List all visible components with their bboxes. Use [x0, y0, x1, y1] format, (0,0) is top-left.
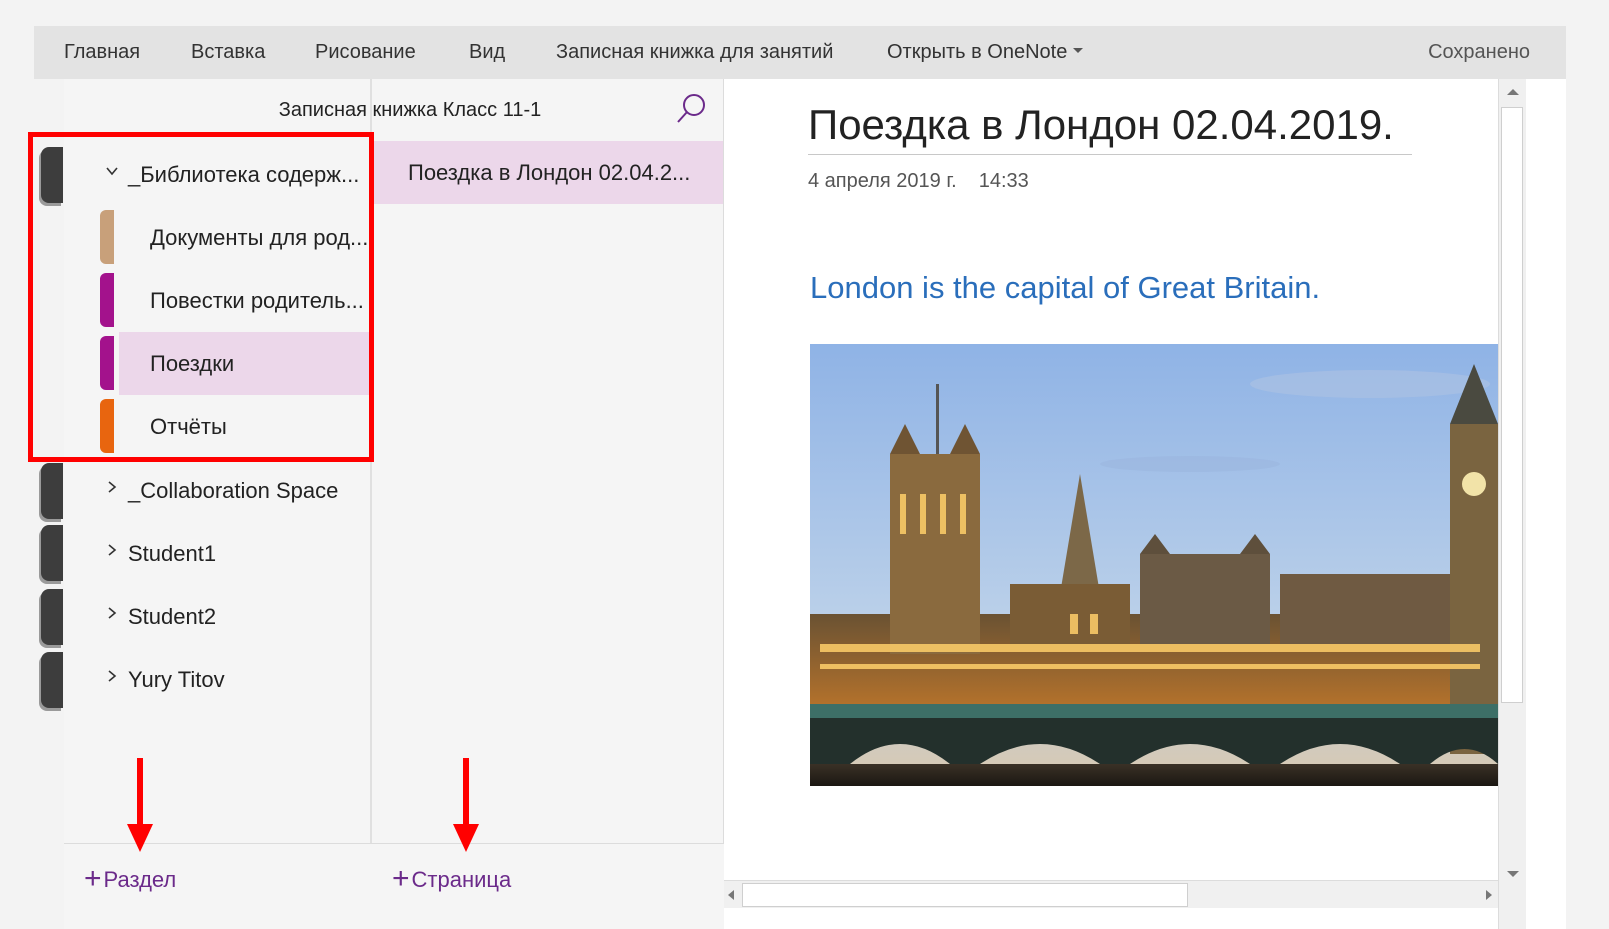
london-parliament-photo[interactable] [810, 344, 1498, 786]
section-color-tab [100, 399, 114, 453]
section-item-trips-content[interactable]: Поездки [64, 332, 370, 395]
section-group-collaboration-space[interactable]: _Collaboration Space [64, 459, 370, 522]
scroll-left-arrow-icon[interactable] [724, 884, 740, 906]
section-item-reports[interactable]: Отчёты [64, 395, 370, 458]
chevron-right-icon [108, 481, 117, 493]
onenote-window: Главная Вставка Рисование Вид Записная к… [34, 26, 1566, 929]
ribbon: Главная Вставка Рисование Вид Записная к… [34, 26, 1566, 79]
tab-open-in-onenote[interactable]: Открыть в OneNote [887, 26, 1084, 79]
page-time: 14:33 [978, 170, 1029, 192]
open-in-onenote-label: Открыть в OneNote [887, 41, 1068, 63]
add-page-button[interactable]: +Страница [392, 862, 512, 898]
notebook-tab-strip [34, 79, 64, 929]
pages-pane [372, 141, 724, 929]
notebook-tab-marker [41, 525, 63, 581]
notebook-tab-marker [41, 652, 63, 708]
tab-draw[interactable]: Рисование [315, 26, 416, 79]
plus-icon: + [392, 862, 410, 895]
notebook-title: Записная книжка Класс 11-1 [278, 99, 542, 121]
page-timestamp: 4 апреля 2019 г. 14:33 [808, 170, 1051, 193]
section-item-label: Поездки [150, 351, 235, 376]
notebook-tab-marker [41, 147, 63, 203]
section-group-label: Yury Titov [128, 667, 225, 692]
section-item-label: Отчёты [150, 414, 227, 439]
add-section-button[interactable]: +Раздел [84, 862, 177, 898]
vertical-scrollbar-thumb[interactable] [1501, 107, 1523, 703]
title-underline [808, 154, 1412, 155]
caret-down-icon [1073, 48, 1084, 54]
notebook-tab-marker [41, 589, 63, 645]
page-title[interactable]: Поездка в Лондон 02.04.2019. [808, 101, 1394, 149]
tab-class-notebook[interactable]: Записная книжка для занятий [556, 26, 833, 79]
vertical-scrollbar[interactable] [1498, 79, 1526, 929]
scroll-up-arrow-icon[interactable] [1501, 81, 1525, 103]
section-item-parents-docs[interactable]: Документы для род... [64, 206, 370, 269]
page-item[interactable]: Поездка в Лондон 02.04.2... [372, 141, 723, 204]
scroll-right-arrow-icon[interactable] [1480, 884, 1496, 906]
section-color-tab [100, 210, 114, 264]
chevron-right-icon [108, 607, 117, 619]
tab-home[interactable]: Главная [64, 26, 140, 79]
section-group-label: _Библиотека содерж... [128, 162, 360, 187]
horizontal-scrollbar[interactable] [724, 880, 1498, 908]
chevron-down-icon [106, 167, 118, 176]
section-group-content-library[interactable]: _Библиотека содерж... [64, 143, 370, 206]
section-group-label: Student1 [128, 541, 217, 566]
section-item-label: Документы для род... [150, 225, 369, 250]
section-group-label: _Collaboration Space [128, 478, 339, 503]
add-section-label: Раздел [103, 866, 177, 892]
plus-icon: + [84, 862, 102, 895]
page-body-text[interactable]: London is the capital of Great Britain. [810, 270, 1320, 306]
section-color-tab [100, 273, 114, 327]
save-status: Сохранено [1428, 41, 1530, 63]
scroll-down-arrow-icon[interactable] [1501, 863, 1525, 885]
chevron-right-icon [108, 670, 117, 682]
tab-view[interactable]: Вид [469, 26, 505, 79]
tab-insert[interactable]: Вставка [191, 26, 265, 79]
horizontal-scrollbar-thumb[interactable] [742, 883, 1188, 907]
section-group-yury-titov[interactable]: Yury Titov [64, 648, 370, 711]
section-item-label: Повестки родитель... [150, 288, 364, 313]
add-page-label: Страница [411, 866, 512, 892]
chevron-right-icon [108, 544, 117, 556]
section-group-label: Student2 [128, 604, 217, 629]
section-group-student1[interactable]: Student1 [64, 522, 370, 585]
search-icon[interactable] [674, 91, 710, 127]
section-group-student2[interactable]: Student2 [64, 585, 370, 648]
notebook-tab-marker [41, 463, 63, 519]
section-item-parent-agendas[interactable]: Повестки родитель... [64, 269, 370, 332]
section-color-tab [100, 336, 114, 390]
page-date: 4 апреля 2019 г. [808, 170, 957, 192]
